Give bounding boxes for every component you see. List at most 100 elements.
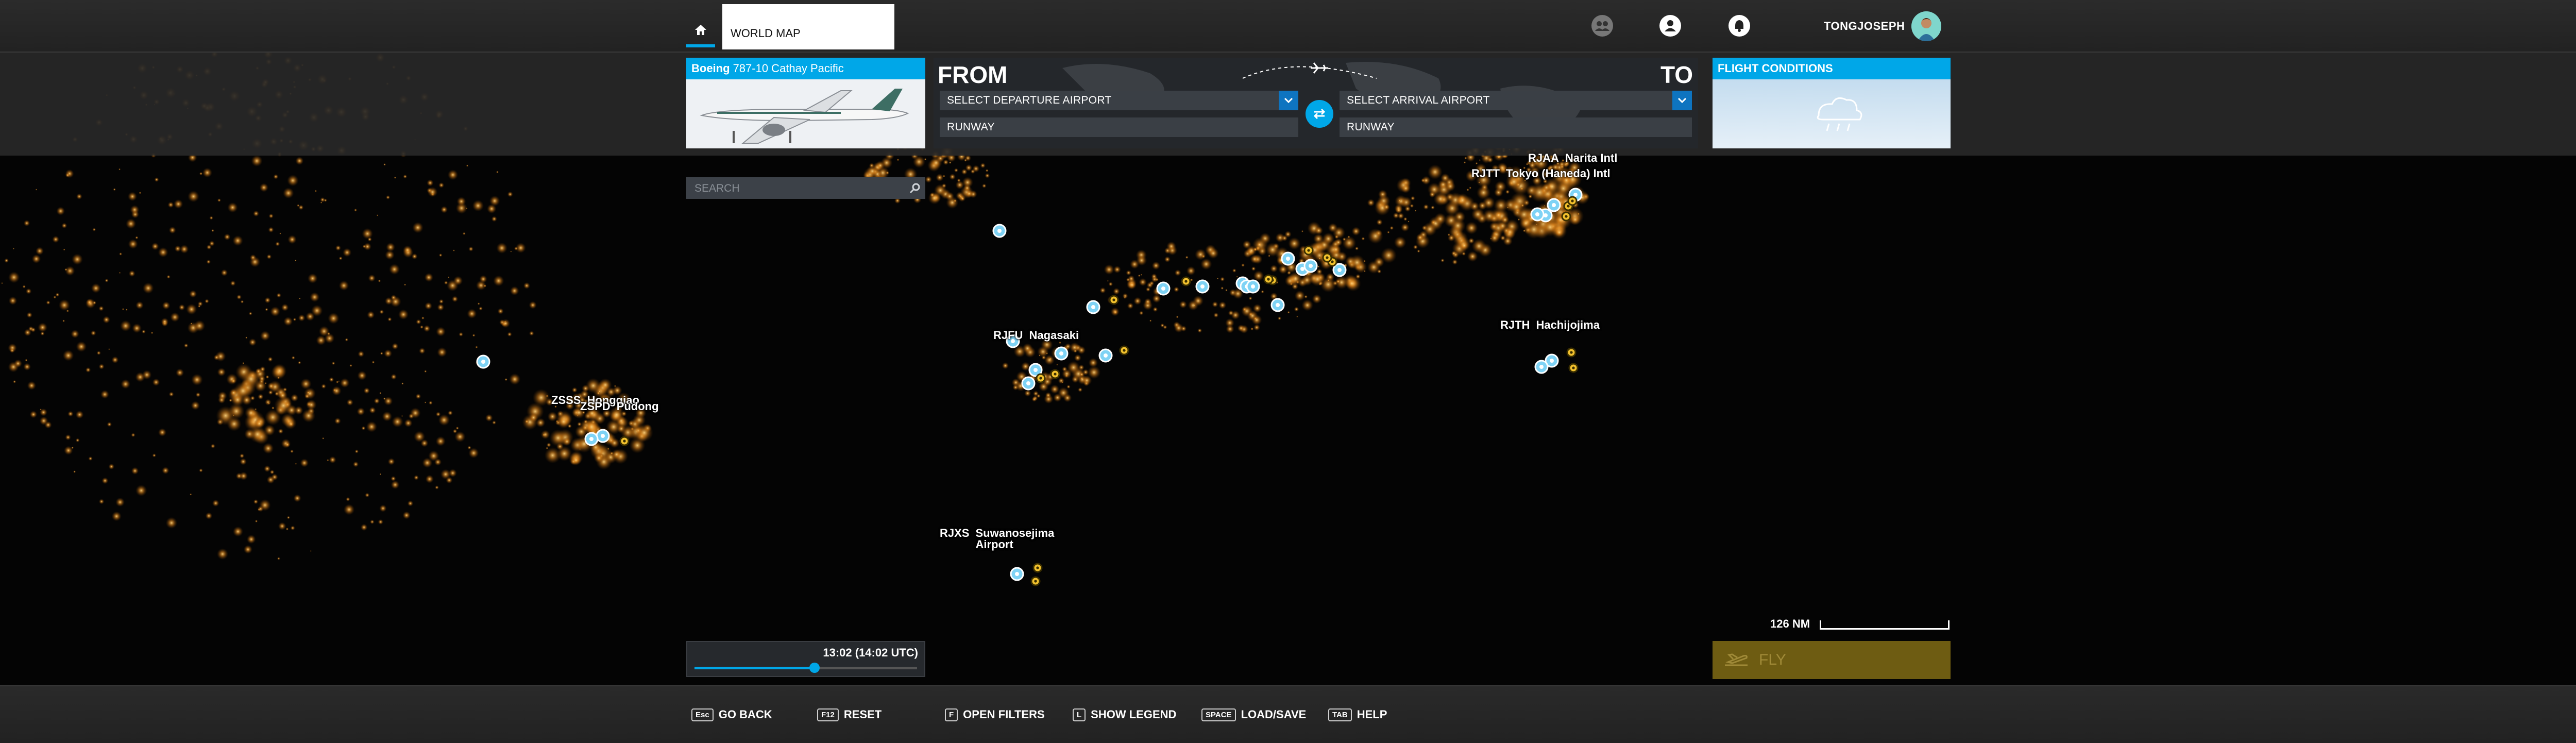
city-light: [331, 386, 342, 396]
city-light: [162, 466, 170, 475]
city-light: [363, 387, 370, 394]
airport-marker[interactable]: [1181, 276, 1191, 286]
departure-airport-select[interactable]: SELECT DEPARTURE AIRPORT: [940, 91, 1298, 110]
swap-airports-button[interactable]: [1306, 100, 1333, 128]
city-light: [1104, 264, 1114, 275]
airport-marker[interactable]: [1086, 300, 1100, 314]
city-light: [189, 290, 197, 298]
profile-button[interactable]: [1658, 13, 1683, 38]
city-light: [546, 447, 549, 450]
arrival-runway-select[interactable]: RUNWAY: [1340, 117, 1692, 137]
airport-marker[interactable]: [1547, 198, 1561, 212]
notifications-button[interactable]: [1727, 13, 1752, 38]
airport-marker[interactable]: [619, 436, 630, 446]
airport-marker[interactable]: [1303, 245, 1314, 256]
city-light: [349, 364, 352, 367]
airport-marker[interactable]: [596, 429, 610, 443]
go-back-button[interactable]: Esc GO BACK: [691, 708, 772, 721]
city-light: [1310, 272, 1325, 286]
fly-button[interactable]: FLY: [1713, 641, 1951, 679]
city-light: [398, 309, 409, 320]
city-light: [1225, 289, 1228, 292]
airport-marker[interactable]: [1036, 373, 1046, 383]
home-tab[interactable]: [686, 15, 715, 47]
airport-marker[interactable]: [1010, 567, 1024, 581]
city-light: [1318, 257, 1321, 260]
city-light: [287, 175, 299, 187]
city-light: [257, 508, 261, 511]
load-save-button[interactable]: SPACE LOAD/SAVE: [1201, 708, 1306, 721]
airport-label-rjfu[interactable]: RJFU Nagasaki: [993, 329, 1079, 342]
flight-conditions-card[interactable]: FLIGHT CONDITIONS: [1713, 58, 1951, 148]
reset-button[interactable]: F12 RESET: [817, 708, 882, 721]
airport-marker[interactable]: [1263, 274, 1274, 284]
airport-marker[interactable]: [1303, 259, 1318, 273]
airport-marker[interactable]: [1109, 295, 1119, 305]
time-slider-handle[interactable]: [809, 663, 820, 673]
help-button[interactable]: TAB HELP: [1328, 708, 1387, 721]
airport-marker[interactable]: [1530, 207, 1545, 222]
city-light: [1433, 192, 1448, 206]
city-light: [1253, 247, 1257, 251]
departure-runway-select[interactable]: RUNWAY: [940, 117, 1298, 137]
show-legend-button[interactable]: L SHOW LEGEND: [1073, 708, 1176, 721]
search-icon[interactable]: [905, 177, 925, 199]
airport-marker[interactable]: [1195, 279, 1210, 294]
airport-marker[interactable]: [1534, 360, 1549, 374]
airport-marker[interactable]: [1270, 298, 1285, 312]
airport-label-rjxs[interactable]: RJXS Suwanosejima Airport: [940, 528, 1058, 550]
city-light: [354, 449, 359, 453]
city-light: [264, 465, 271, 472]
city-light: [167, 201, 174, 208]
city-light: [306, 399, 317, 410]
airport-label-rjth[interactable]: RJTH Hachijojima: [1500, 318, 1600, 332]
airport-marker[interactable]: [476, 354, 490, 369]
airport-marker[interactable]: [1566, 347, 1577, 358]
airport-marker[interactable]: [1021, 376, 1036, 391]
city-light: [217, 198, 221, 202]
city-light: [466, 164, 469, 167]
airport-marker[interactable]: [1054, 346, 1069, 361]
aircraft-selection-card[interactable]: Boeing 787-10 Cathay Pacific: [686, 58, 925, 148]
time-slider[interactable]: [694, 663, 917, 673]
friends-button[interactable]: [1590, 13, 1615, 38]
city-light: [1212, 301, 1218, 308]
airport-marker[interactable]: [1050, 369, 1060, 379]
airport-marker[interactable]: [1561, 211, 1571, 222]
city-light: [438, 414, 450, 426]
avatar[interactable]: [1911, 11, 1941, 41]
airport-marker[interactable]: [1567, 196, 1578, 206]
airport-marker[interactable]: [1098, 348, 1113, 363]
airport-label-zspd[interactable]: ZSPD Pudong: [580, 400, 659, 413]
airport-label-rjtt[interactable]: RJTT Tokyo (Haneda) Intl: [1471, 167, 1611, 180]
city-light: [1524, 219, 1544, 239]
city-light: [414, 475, 419, 480]
username[interactable]: TONGJOSEPH: [1824, 20, 1905, 33]
airport-label-rjaa[interactable]: RJAA Narita Intl: [1528, 151, 1617, 165]
airport-marker[interactable]: [1156, 281, 1171, 296]
airport-marker[interactable]: [992, 224, 1007, 238]
search-input[interactable]: SEARCH: [686, 177, 925, 199]
airport-marker[interactable]: [1030, 576, 1041, 586]
airport-marker[interactable]: [584, 432, 599, 446]
world-map-tab[interactable]: WORLD MAP: [722, 4, 894, 49]
city-light: [61, 223, 67, 229]
city-light: [479, 307, 483, 311]
airport-marker[interactable]: [1281, 251, 1295, 266]
time-display: 13:02 (14:02 UTC): [823, 646, 918, 659]
airport-marker[interactable]: [1568, 363, 1579, 373]
airport-marker[interactable]: [1322, 252, 1332, 263]
city-light: [577, 415, 579, 417]
airplane-takeoff-icon: [1725, 653, 1748, 666]
airport-marker[interactable]: [1119, 345, 1129, 356]
airport-marker[interactable]: [1032, 563, 1043, 573]
city-light: [1404, 206, 1411, 212]
map-scale-label: 126 NM: [1770, 617, 1810, 630]
airport-marker[interactable]: [1246, 279, 1260, 294]
city-light: [1451, 250, 1456, 256]
city-light: [555, 420, 558, 423]
city-light: [493, 275, 504, 286]
arrival-airport-select[interactable]: SELECT ARRIVAL AIRPORT: [1340, 91, 1692, 110]
city-light: [410, 408, 421, 419]
open-filters-button[interactable]: F OPEN FILTERS: [945, 708, 1045, 721]
